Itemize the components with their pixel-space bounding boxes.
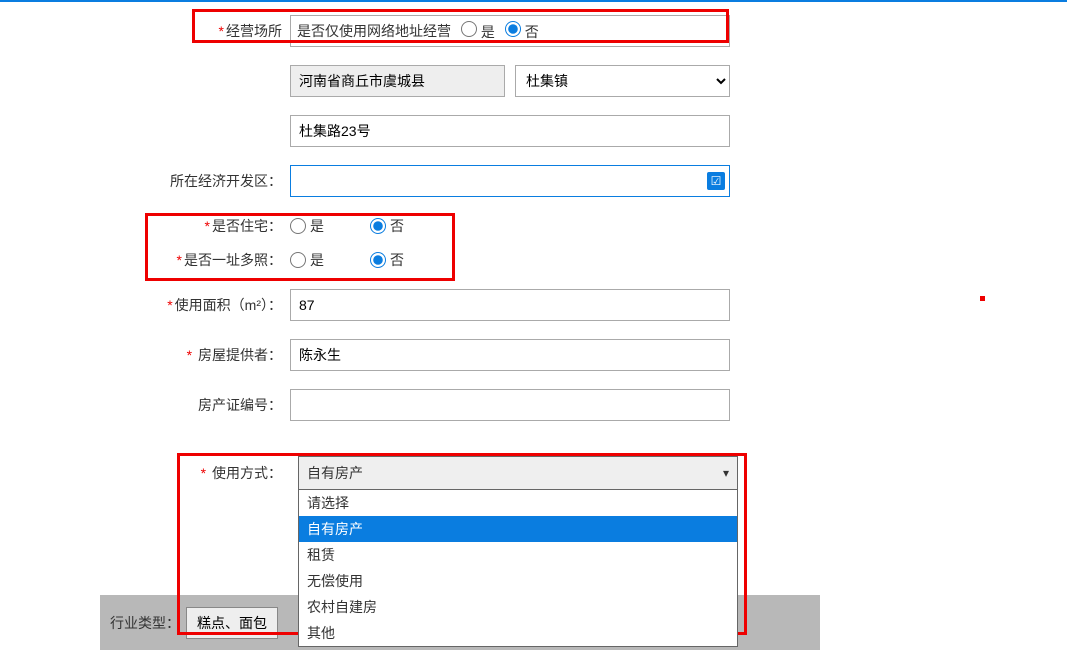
red-dot <box>980 296 985 301</box>
cert-label: 房产证编号： <box>198 397 282 413</box>
area-label: 使用面积（m²）： <box>175 297 282 313</box>
option-please-select[interactable]: 请选择 <box>299 490 737 516</box>
option-rural-self-built[interactable]: 农村自建房 <box>299 594 737 620</box>
network-only-question: 是否仅使用网络地址经营 <box>297 21 451 41</box>
address-input[interactable] <box>290 115 730 147</box>
option-own-property[interactable]: 自有房产 <box>299 516 737 542</box>
region-input <box>290 65 505 97</box>
provider-input[interactable] <box>290 339 730 371</box>
multi-yes-radio[interactable]: 是 <box>290 250 324 270</box>
residence-no-radio[interactable]: 否 <box>370 216 404 236</box>
provider-label: 房屋提供者： <box>198 347 282 363</box>
option-rent[interactable]: 租赁 <box>299 542 737 568</box>
chevron-down-icon: ▾ <box>723 466 729 480</box>
industry-type-label: 行业类型： <box>110 613 180 633</box>
cert-input[interactable] <box>290 389 730 421</box>
option-other[interactable]: 其他 <box>299 620 737 646</box>
multi-license-label: 是否一址多照： <box>184 252 282 268</box>
town-select[interactable]: 杜集镇 <box>515 65 730 97</box>
use-method-select[interactable]: 自有房产 ▾ 请选择 自有房产 租赁 无偿使用 农村自建房 其他 <box>298 456 738 647</box>
multi-no-radio[interactable]: 否 <box>370 250 404 270</box>
network-yes-radio[interactable]: 是 <box>461 21 495 42</box>
use-method-selected: 自有房产 <box>307 463 363 483</box>
select-icon[interactable]: ☑ <box>707 172 725 190</box>
dev-zone-input[interactable]: ☑ <box>290 165 730 197</box>
pastry-button[interactable]: 糕点、面包 <box>186 607 278 639</box>
network-no-radio[interactable]: 否 <box>505 21 539 42</box>
residence-yes-radio[interactable]: 是 <box>290 216 324 236</box>
option-free-use[interactable]: 无偿使用 <box>299 568 737 594</box>
business-place-label: 经营场所 <box>226 23 282 39</box>
dev-zone-label: 所在经济开发区： <box>170 173 282 189</box>
use-method-label: 使用方式： <box>212 465 282 481</box>
area-input[interactable] <box>290 289 730 321</box>
use-method-options: 请选择 自有房产 租赁 无偿使用 农村自建房 其他 <box>298 490 738 647</box>
residence-label: 是否住宅： <box>212 218 282 234</box>
